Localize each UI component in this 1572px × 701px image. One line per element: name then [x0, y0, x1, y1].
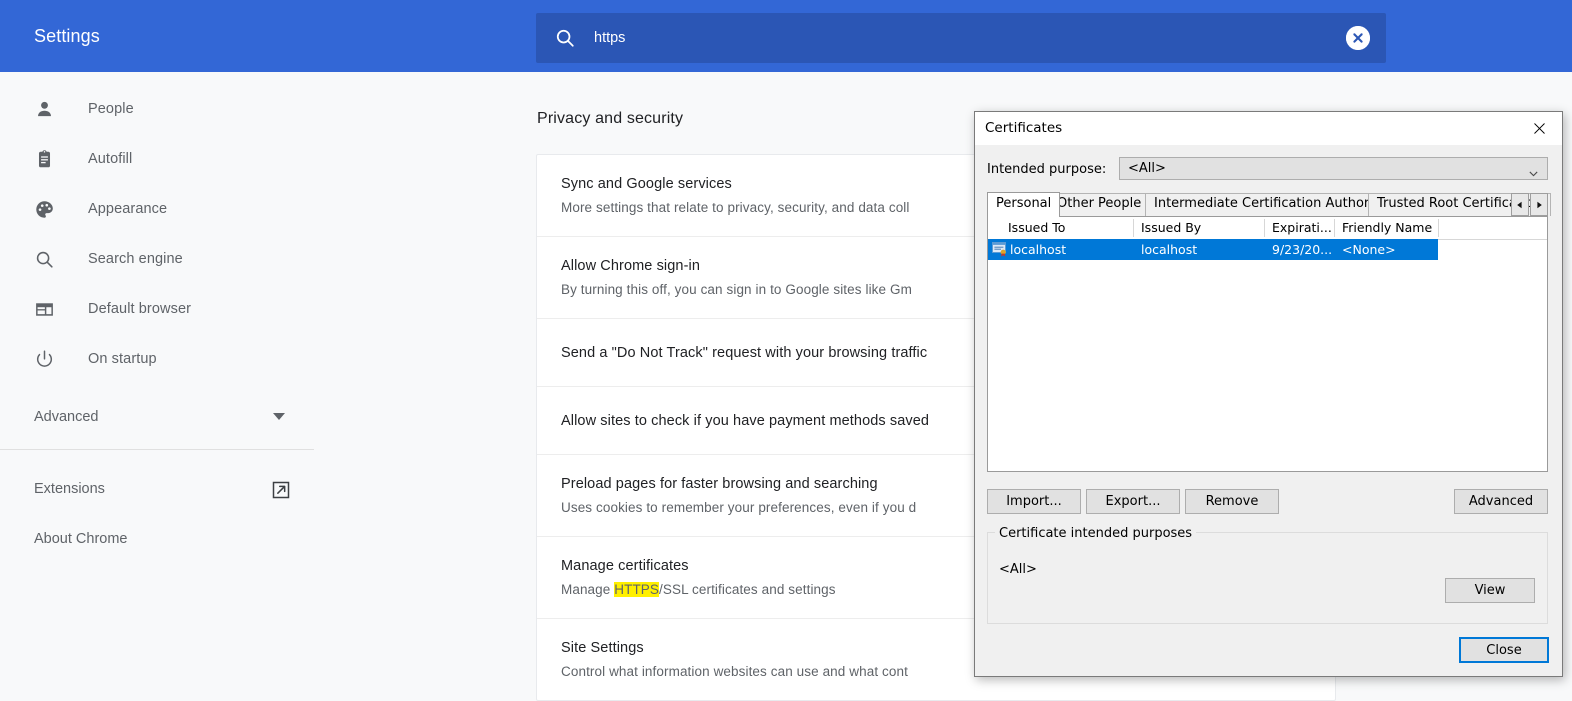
sidebar-item-appearance[interactable]: Appearance — [0, 184, 314, 234]
column-divider — [1438, 219, 1439, 237]
sidebar-item-label: Autofill — [88, 151, 133, 167]
column-divider — [1133, 219, 1134, 237]
column-header-friendly-name[interactable]: Friendly Name — [1342, 220, 1432, 235]
arrow-left-icon[interactable] — [1511, 193, 1529, 216]
clipboard-icon — [33, 148, 55, 170]
section-heading: Privacy and security — [537, 110, 684, 127]
sidebar-item-autofill[interactable]: Autofill — [0, 134, 314, 184]
cell-friendly-name: <None> — [1342, 242, 1396, 257]
export-button[interactable]: Export... — [1086, 489, 1180, 514]
setting-description-prefix: Manage — [561, 582, 615, 597]
sidebar-divider — [0, 449, 314, 450]
sidebar-item-label: Search engine — [88, 251, 183, 267]
tab-other-people[interactable]: Other People — [1048, 193, 1151, 216]
sidebar-item-search-engine[interactable]: Search engine — [0, 234, 314, 284]
column-header-expiration[interactable]: Expirati... — [1272, 220, 1332, 235]
arrow-right-icon[interactable] — [1530, 193, 1548, 216]
dialog-titlebar: Certificates — [975, 112, 1562, 145]
cell-issued-to: localhost — [1010, 242, 1067, 257]
tab-intermediate-certification-authorities[interactable]: Intermediate Certification Authorities — [1145, 193, 1406, 216]
settings-search-box[interactable]: https — [536, 13, 1386, 63]
setting-description-suffix: /SSL certificates and settings — [659, 582, 836, 597]
certificate-intended-purposes-value: <All> — [999, 562, 1037, 577]
sidebar-item-label: About Chrome — [34, 531, 128, 547]
power-icon — [33, 348, 55, 370]
sidebar-item-label: Appearance — [88, 201, 168, 217]
settings-sidebar: People Autofill Appearance Search engine… — [0, 72, 314, 701]
column-header-issued-by[interactable]: Issued By — [1141, 220, 1201, 235]
sidebar-item-label: On startup — [88, 351, 157, 367]
sidebar-item-people[interactable]: People — [0, 84, 314, 134]
palette-icon — [33, 198, 55, 220]
browser-window-icon — [33, 298, 55, 320]
import-button[interactable]: Import... — [987, 489, 1081, 514]
search-input[interactable]: https — [594, 28, 625, 48]
advanced-button[interactable]: Advanced — [1454, 489, 1548, 514]
sidebar-item-label: Extensions — [34, 481, 105, 497]
sidebar-item-label: Default browser — [88, 301, 192, 317]
sidebar-item-about-chrome[interactable]: About Chrome — [0, 514, 314, 564]
external-link-icon — [271, 480, 291, 500]
tab-personal[interactable]: Personal — [987, 192, 1061, 217]
cell-expiration: 9/23/20... — [1272, 242, 1333, 257]
table-header-row: Issued To Issued By Expirati... Friendly… — [988, 217, 1547, 240]
close-button[interactable]: Close — [1459, 637, 1549, 663]
chevron-down-icon — [273, 413, 285, 420]
person-icon — [33, 98, 55, 120]
magnifier-icon — [33, 248, 55, 270]
search-icon — [554, 27, 576, 49]
sidebar-item-on-startup[interactable]: On startup — [0, 334, 314, 384]
close-icon[interactable] — [1516, 112, 1562, 145]
view-button[interactable]: View — [1445, 578, 1535, 603]
cell-issued-by: localhost — [1141, 242, 1198, 257]
settings-header-bar: Settings https — [0, 0, 1572, 72]
remove-button[interactable]: Remove — [1185, 489, 1279, 514]
dialog-title: Certificates — [985, 120, 1063, 136]
sidebar-item-label: People — [88, 101, 134, 117]
certificate-icon — [992, 242, 1008, 257]
sidebar-item-label: Advanced — [34, 409, 99, 425]
sidebar-item-extensions[interactable]: Extensions — [0, 464, 314, 514]
chevron-down-icon — [1528, 164, 1539, 177]
chrome-settings-window: Settings https People Autofill Appearanc… — [0, 0, 1572, 701]
certificates-list[interactable]: Issued To Issued By Expirati... Friendly… — [987, 216, 1548, 472]
sidebar-item-advanced[interactable]: Advanced — [0, 393, 314, 443]
intended-purpose-label: Intended purpose: — [987, 162, 1107, 177]
column-header-issued-to[interactable]: Issued To — [1008, 220, 1065, 235]
page-title: Settings — [34, 26, 100, 46]
intended-purpose-value: <All> — [1128, 161, 1166, 176]
certificate-store-tabs: Personal Other People Intermediate Certi… — [987, 192, 1551, 217]
table-row[interactable]: localhost localhost 9/23/20... <None> — [988, 239, 1438, 260]
group-box-legend: Certificate intended purposes — [995, 526, 1197, 541]
intended-purpose-dropdown[interactable]: <All> — [1119, 157, 1548, 180]
column-divider — [1334, 219, 1335, 237]
close-circle-icon[interactable] — [1346, 26, 1370, 50]
column-divider — [1264, 219, 1265, 237]
certificates-dialog: Certificates Intended purpose: <All> Per… — [974, 111, 1563, 677]
search-match-highlight: HTTPS — [614, 582, 660, 597]
sidebar-item-default-browser[interactable]: Default browser — [0, 284, 314, 334]
